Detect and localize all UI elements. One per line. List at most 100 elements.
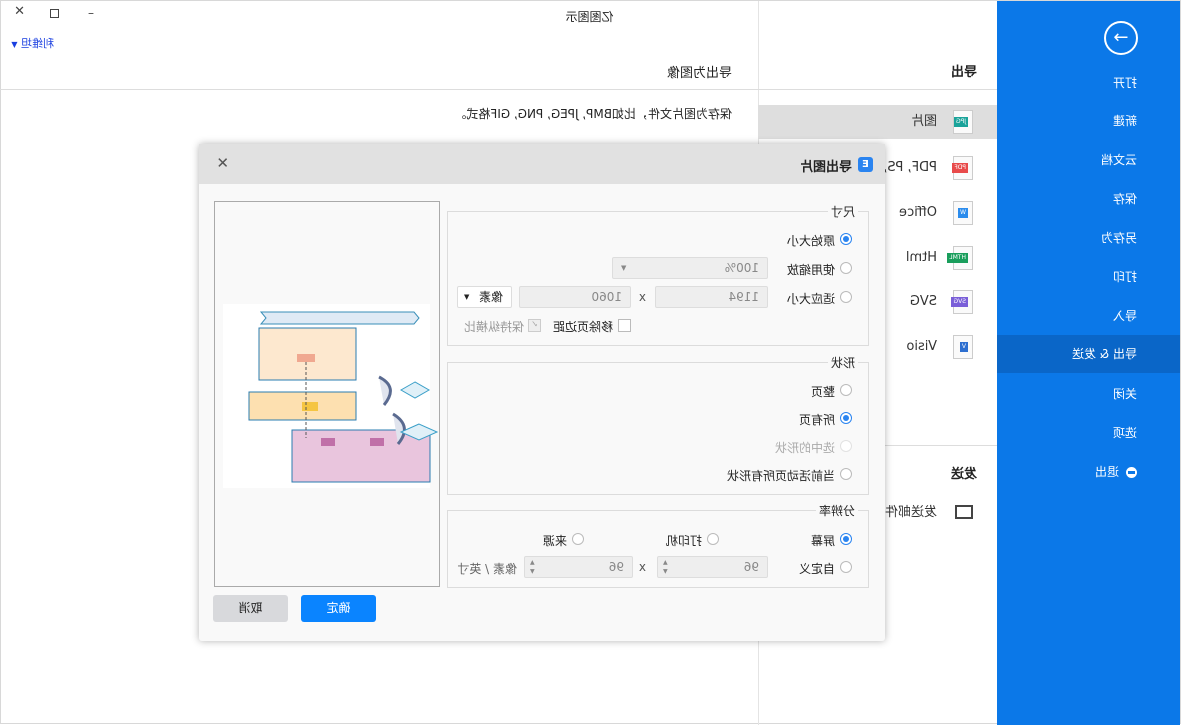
remove-margin-checkbox[interactable]	[618, 319, 631, 332]
radio-printer[interactable]	[707, 533, 719, 545]
spinner-arrows-icon[interactable]: ▲ ▼	[530, 558, 535, 576]
exit-icon	[1126, 467, 1137, 478]
radio-use-zoom[interactable]	[840, 262, 852, 274]
label: 所有页	[798, 413, 835, 427]
ok-button[interactable]: 确定	[301, 595, 376, 622]
pdf-file-icon: PDF	[952, 156, 973, 180]
radio-custom[interactable]	[840, 561, 852, 573]
unit-select[interactable]: 像素 ▼	[457, 286, 512, 308]
radio-original-size[interactable]	[840, 233, 852, 245]
label: 选中的形状	[774, 441, 835, 455]
dialog-header: E 导出图片 ✕	[199, 144, 885, 184]
divider	[0, 89, 758, 90]
exit-label: 退出	[1094, 465, 1119, 479]
spinner-arrows-icon[interactable]: ▲ ▼	[663, 558, 668, 576]
sidebar-item-options[interactable]: 选项	[997, 414, 1180, 452]
export-item-image[interactable]: JPG 图片	[758, 105, 997, 139]
dpi-y-spinner[interactable]: 96 ▲ ▼	[524, 556, 633, 578]
radio-screen[interactable]	[840, 533, 852, 545]
sidebar-item-save-as[interactable]: 另存为	[997, 219, 1180, 257]
label: 整页	[810, 385, 835, 399]
send-title: 发送	[950, 467, 977, 482]
unit-value: 像素	[478, 290, 503, 304]
dpi-y-value: 96	[608, 560, 624, 574]
user-name: 利维坦	[21, 37, 54, 50]
back-arrow-icon[interactable]: →	[1104, 21, 1138, 55]
x-separator: x	[638, 560, 646, 574]
label: 原始大小	[786, 234, 835, 248]
node	[302, 402, 318, 411]
resolution-group: 分辨率 屏幕 打印机 来源 自定义 96 ▲ ▼ x 96 ▲ ▼ 像素 / 英寸	[447, 502, 869, 588]
radio-source[interactable]	[572, 533, 584, 545]
export-image-dialog: E 导出图片 ✕ 尺寸 原始大小 使用缩放 100% ▼ 适应大小 1194 x …	[199, 144, 885, 641]
dpi-x-spinner[interactable]: 96 ▲ ▼	[657, 556, 768, 578]
radio-fit-size[interactable]	[840, 291, 852, 303]
cancel-button[interactable]: 取消	[213, 595, 288, 622]
radio-whole-page[interactable]	[840, 384, 852, 396]
visio-file-icon: V	[953, 335, 973, 359]
label: 打印机	[665, 534, 702, 548]
label: 自定义	[798, 562, 835, 576]
svg-file-icon: SVG	[951, 290, 973, 314]
dpi-unit: 像素 / 英寸	[457, 562, 517, 576]
label: Office	[899, 205, 937, 220]
window-title: 亿图图示	[565, 10, 614, 24]
label: Visio	[906, 339, 937, 354]
zoom-value: 100%	[724, 261, 759, 275]
radio-selected-shapes[interactable]	[840, 440, 852, 452]
label: 移除页边距	[552, 320, 613, 334]
html-file-icon: HTML	[947, 246, 973, 270]
caret-down-icon: ▼	[11, 40, 18, 49]
group-box	[291, 429, 431, 483]
banner-shape	[259, 311, 420, 325]
minimize-button[interactable]: –	[88, 6, 94, 20]
node	[297, 354, 315, 362]
caret-down-icon: ▼	[464, 293, 470, 301]
zoom-select[interactable]: 100% ▼	[612, 257, 768, 279]
jpg-file-icon: JPG	[953, 110, 973, 134]
close-window-button[interactable]: ✕	[14, 4, 25, 19]
sidebar-item-new[interactable]: 新建	[997, 102, 1180, 140]
word-file-icon: W	[953, 201, 973, 225]
envelope-icon	[955, 505, 973, 519]
label: 发送邮件	[884, 505, 937, 520]
divider	[758, 89, 997, 90]
resolution-legend: 分辨率	[815, 502, 858, 519]
sidebar-item-save[interactable]: 保存	[997, 180, 1180, 218]
keep-ratio-checkbox[interactable]: ✓	[528, 319, 541, 332]
node	[370, 438, 384, 446]
size-legend: 尺寸	[827, 203, 858, 220]
user-menu[interactable]: 利维坦 ▼	[11, 35, 54, 51]
node	[321, 438, 335, 446]
sidebar-item-close[interactable]: 关闭	[997, 375, 1180, 413]
label: 当前活动页所有形状	[726, 469, 835, 483]
width-input[interactable]: 1194	[655, 286, 768, 308]
label: 来源	[542, 534, 567, 548]
content-description: 保存为图片文件，比如BMP, JPEG, PNG, GIF格式。	[454, 107, 732, 121]
caret-down-icon: ▼	[621, 264, 627, 272]
diagram-preview	[223, 304, 439, 488]
dpi-x-value: 96	[743, 560, 759, 574]
sidebar-item-cloud[interactable]: 云文档	[997, 141, 1180, 179]
radio-current-page-shapes[interactable]	[840, 468, 852, 480]
shape-group: 形状 整页 所有页 选中的形状 当前活动页所有形状	[447, 354, 869, 495]
label: 使用缩放	[786, 263, 835, 277]
content-title: 导出为图像	[666, 66, 732, 81]
height-input[interactable]: 1060	[519, 286, 631, 308]
dialog-title: 导出图片	[799, 160, 852, 175]
app-logo-icon: E	[858, 157, 873, 172]
sidebar-item-import[interactable]: 导入	[997, 297, 1180, 335]
sidebar-item-open[interactable]: 打开	[997, 64, 1180, 102]
label: Html	[905, 250, 937, 265]
preview-pane	[214, 201, 440, 587]
sidebar-item-print[interactable]: 打印	[997, 258, 1180, 296]
dialog-close-icon[interactable]: ✕	[216, 154, 229, 172]
label: 保持纵横比	[463, 320, 524, 334]
sidebar-item-exit[interactable]: 退出	[997, 453, 1180, 491]
maximize-button[interactable]	[50, 9, 59, 18]
label: 图片	[910, 114, 937, 129]
label: 屏幕	[810, 534, 835, 548]
sidebar-item-export-send[interactable]: 导出 & 发送	[997, 335, 1180, 373]
radio-all-pages[interactable]	[840, 412, 852, 424]
x-separator: x	[638, 290, 646, 304]
